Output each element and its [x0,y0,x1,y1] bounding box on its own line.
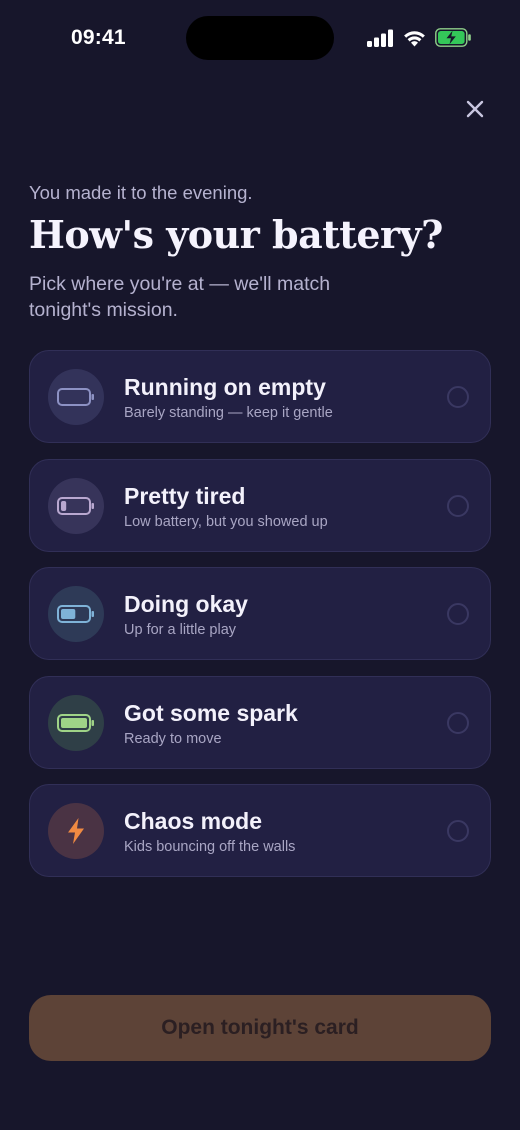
cellular-signal-icon [367,29,393,47]
option-radio[interactable] [447,711,469,734]
battery-options-list: Running on empty Barely standing — keep … [29,350,491,893]
option-label: Running on empty [124,374,326,400]
option-icon-badge [48,586,104,642]
option-description: Barely standing — keep it gentle [124,405,333,421]
battery-nub [91,611,94,617]
wifi-icon [404,30,425,46]
option-description: Kids bouncing off the walls [124,839,296,855]
battery-fill [61,717,87,728]
option-chaos-mode[interactable]: Chaos mode Kids bouncing off the walls [29,784,491,877]
option-running-on-empty[interactable]: Running on empty Barely standing — keep … [29,350,491,443]
option-label: Doing okay [124,591,248,617]
option-label: Got some spark [124,699,298,726]
option-radio[interactable] [447,494,469,517]
option-radio[interactable] [447,603,469,625]
status-bar: 09:41 [0,0,520,78]
page-subtitle: Pick where you're at — we'll match tonig… [29,273,331,321]
battery-nub [91,394,94,400]
battery-full-icon [57,713,94,732]
option-description: Ready to move [124,730,222,747]
battery-half-icon [57,605,94,623]
battery-outline [57,388,91,406]
battery-charging-icon [435,28,471,47]
option-label: Pretty tired [124,482,246,509]
option-icon-badge [48,477,104,534]
battery-empty-icon [57,388,94,406]
status-icons [367,28,472,47]
dynamic-island [186,16,334,60]
option-got-some-spark[interactable]: Got some spark Ready to move [29,675,491,769]
battery-low-icon [57,496,94,515]
eyebrow-text: You made it to the evening. [29,182,253,203]
lightning-bolt-icon [68,818,84,844]
battery-nub [91,502,94,509]
status-time: 09:41 [71,26,126,49]
option-icon-badge [48,803,104,859]
option-label: Chaos mode [124,808,263,834]
option-doing-okay[interactable]: Doing okay Up for a little play [29,567,491,660]
option-icon-badge [48,694,104,751]
open-card-button[interactable]: Open tonight's card [29,995,491,1061]
battery-fill [61,500,67,511]
option-description: Up for a little play [124,622,237,638]
battery-fill [61,609,76,619]
option-pretty-tired[interactable]: Pretty tired Low battery, but you showed… [29,458,491,552]
close-button[interactable] [460,94,490,124]
page-title: How's your battery? [29,212,443,257]
option-description: Low battery, but you showed up [124,513,328,530]
option-radio[interactable] [447,820,469,842]
battery-nub [91,719,94,726]
option-icon-badge [48,369,104,425]
option-radio[interactable] [447,386,469,408]
close-icon [466,100,484,118]
